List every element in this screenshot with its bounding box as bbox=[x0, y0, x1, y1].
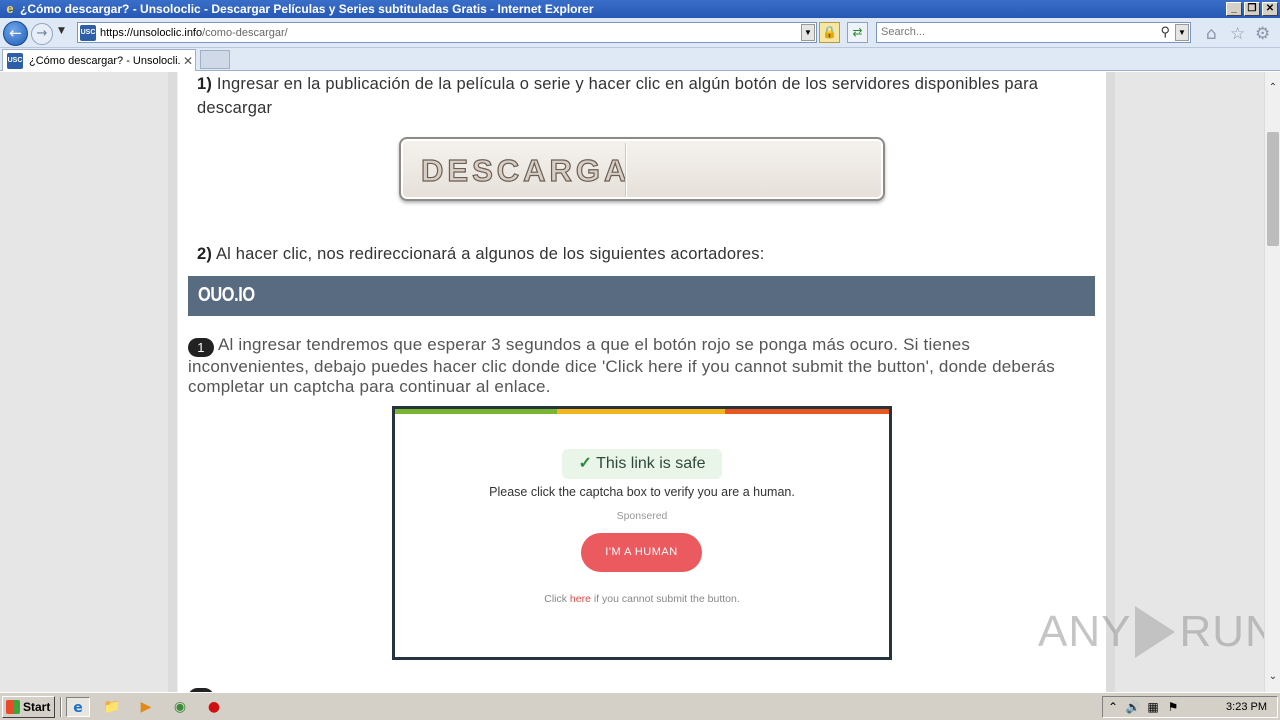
step-badge: 1 bbox=[188, 338, 214, 357]
watermark-left: ANY bbox=[1038, 607, 1132, 656]
scrollbar-thumb[interactable] bbox=[1267, 132, 1279, 246]
descarga-divider bbox=[625, 143, 627, 197]
restore-button[interactable]: ❐ bbox=[1244, 2, 1260, 16]
taskbar-separator bbox=[60, 697, 62, 717]
ouo-bar-red bbox=[725, 409, 889, 414]
step-1-body: Ingresar en la publicación de la películ… bbox=[197, 75, 1039, 117]
tab-bar: USC ¿Cómo descargar? - Unsolocli... ✕ bbox=[0, 48, 1280, 71]
settings-gear-icon[interactable]: ⚙ bbox=[1255, 24, 1270, 44]
window-controls: _ ❐ ✕ bbox=[1226, 2, 1278, 16]
system-tray: ⌃ 🔊 ▦ ⚑ 3:23 PM bbox=[1102, 696, 1278, 718]
link-safe-text: This link is safe bbox=[596, 455, 706, 472]
ouo-instructions-text: Al ingresar tendremos que esperar 3 segu… bbox=[188, 335, 1055, 396]
windows-logo-icon bbox=[6, 700, 20, 714]
section-title: OUO.IO bbox=[198, 284, 255, 306]
tray-expand-icon[interactable]: ⌃ bbox=[1103, 700, 1123, 714]
chrome-icon[interactable]: ◉ bbox=[168, 697, 192, 717]
page-viewport: 1) Ingresar en la publicación de la pelí… bbox=[0, 72, 1264, 692]
scroll-down-icon[interactable]: ⌄ bbox=[1265, 671, 1280, 682]
window-title: ¿Cómo descargar? - Unsoloclic - Descarga… bbox=[20, 2, 594, 16]
step-2-text: 2) Al hacer clic, nos redireccionará a a… bbox=[197, 242, 765, 266]
window-title-bar: e ¿Cómo descargar? - Unsoloclic - Descar… bbox=[0, 0, 1280, 18]
ouo-bar-green bbox=[395, 409, 557, 414]
step-1-text: 1) Ingresar en la publicación de la pelí… bbox=[197, 72, 1097, 120]
tab-label: ¿Cómo descargar? - Unsolocli... bbox=[29, 54, 181, 67]
ouo-color-bars bbox=[395, 409, 889, 414]
url-path: /como-descargar/ bbox=[202, 26, 288, 39]
ouo-screenshot-image: ✓ This link is safe Please click the cap… bbox=[392, 406, 892, 660]
section-heading-bar: OUO.IO bbox=[188, 276, 1095, 316]
address-bar[interactable]: USC https://unsoloclic.info/como-descarg… bbox=[77, 22, 817, 43]
foot-pre: Click bbox=[544, 593, 570, 605]
site-favicon-icon: USC bbox=[80, 24, 96, 41]
ouo-instructions: 1 Al ingresar tendremos que esperar 3 se… bbox=[188, 335, 1083, 397]
recent-pages-dropdown-icon[interactable]: ▼ bbox=[58, 26, 65, 36]
network-icon[interactable]: ▦ bbox=[1143, 700, 1163, 714]
internet-explorer-icon[interactable]: e bbox=[66, 697, 90, 717]
here-link: here bbox=[569, 593, 591, 605]
sponsored-label: Sponsered bbox=[616, 510, 668, 522]
descarga-button-image: DESCARGA bbox=[399, 137, 885, 201]
home-icon[interactable]: ⌂ bbox=[1206, 24, 1217, 44]
vertical-scrollbar[interactable]: ⌃ ⌄ bbox=[1264, 72, 1280, 692]
watermark-right: RUN bbox=[1179, 607, 1264, 656]
ouo-bar-yellow bbox=[557, 409, 725, 414]
content-column: 1) Ingresar en la publicación de la pelí… bbox=[168, 72, 1115, 692]
action-center-flag-icon[interactable]: ⚑ bbox=[1163, 700, 1183, 714]
favorites-star-icon[interactable]: ☆ bbox=[1230, 24, 1245, 44]
search-input[interactable]: Search... ⚲ ▼ bbox=[876, 22, 1191, 43]
foot-post: if you cannot submit the button. bbox=[590, 593, 740, 605]
new-tab-button[interactable] bbox=[200, 50, 230, 69]
descarga-label: DESCARGA bbox=[420, 152, 631, 188]
step-1-number: 1) bbox=[197, 75, 213, 93]
link-safe-badge: ✓ This link is safe bbox=[562, 449, 722, 479]
ie-logo-icon: e bbox=[6, 1, 14, 16]
url-host: https://unsoloclic.info bbox=[100, 26, 203, 39]
tab-close-button[interactable]: ✕ bbox=[181, 54, 195, 68]
check-icon: ✓ bbox=[578, 455, 592, 472]
watermark-play-icon bbox=[1135, 606, 1176, 658]
opera-icon[interactable]: ● bbox=[202, 697, 226, 717]
folder-icon[interactable]: 📁 bbox=[100, 697, 124, 717]
compatibility-refresh-button[interactable]: ⇄ bbox=[847, 22, 868, 43]
back-button[interactable]: ← bbox=[3, 21, 28, 46]
captcha-message: Please click the captcha box to verify y… bbox=[489, 485, 795, 499]
minimize-button[interactable]: _ bbox=[1226, 2, 1242, 16]
start-button[interactable]: Start bbox=[2, 696, 55, 718]
windows-taskbar: Start e 📁 ▶ ◉ ● ⌃ 🔊 ▦ ⚑ 3:23 PM bbox=[0, 692, 1280, 720]
clock: 3:23 PM bbox=[1226, 701, 1267, 713]
volume-icon[interactable]: 🔊 bbox=[1123, 700, 1143, 714]
search-dropdown-button[interactable]: ▼ bbox=[1175, 24, 1189, 41]
close-window-button[interactable]: ✕ bbox=[1262, 2, 1278, 16]
search-icon[interactable]: ⚲ bbox=[1160, 24, 1170, 40]
navigation-bar: ← → ▼ USC https://unsoloclic.info/como-d… bbox=[0, 18, 1280, 48]
tab-active[interactable]: USC ¿Cómo descargar? - Unsolocli... ✕ bbox=[2, 49, 196, 71]
address-dropdown-button[interactable]: ▼ bbox=[801, 24, 815, 41]
tab-favicon-icon: USC bbox=[7, 52, 23, 69]
im-a-human-button: I'M A HUMAN bbox=[581, 533, 702, 572]
step-2-body: Al hacer clic, nos redireccionará a algu… bbox=[212, 245, 765, 263]
forward-button[interactable]: → bbox=[31, 23, 53, 45]
start-label: Start bbox=[23, 700, 51, 714]
media-player-icon[interactable]: ▶ bbox=[134, 697, 158, 717]
security-lock-icon[interactable]: 🔒 bbox=[819, 22, 840, 43]
search-placeholder: Search... bbox=[881, 26, 926, 38]
scroll-up-icon[interactable]: ⌃ bbox=[1265, 82, 1280, 93]
cannot-submit-note: Click here if you cannot submit the butt… bbox=[395, 593, 889, 605]
step-2-number: 2) bbox=[197, 245, 213, 263]
anyrun-watermark: ANY RUN bbox=[1038, 606, 1264, 658]
